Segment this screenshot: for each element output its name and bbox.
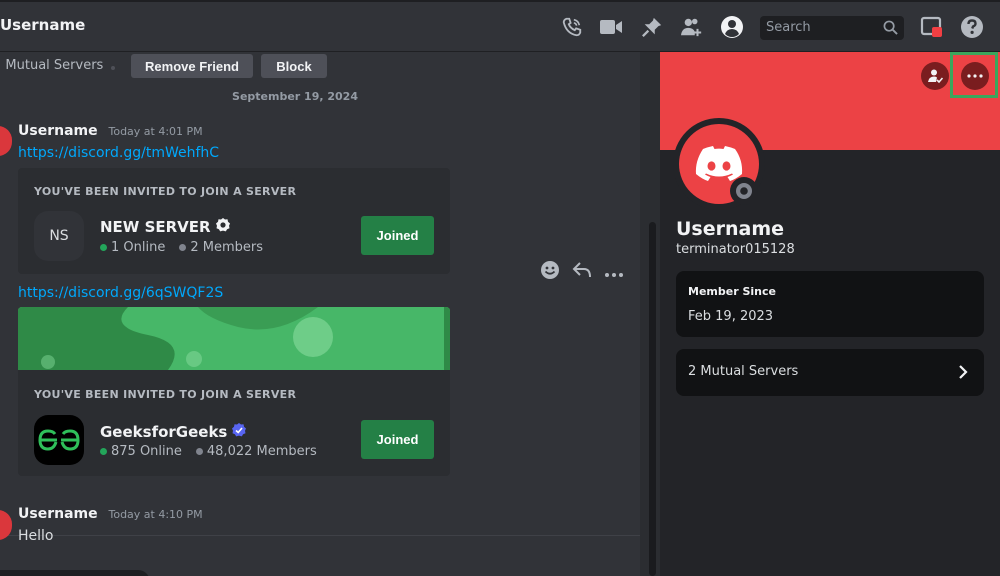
user-settings-icon (928, 69, 943, 84)
start-voice-call-icon[interactable] (559, 14, 585, 40)
date-divider: September 19, 2024 (232, 90, 358, 103)
message-username[interactable]: Username (18, 506, 98, 522)
members-dot (179, 244, 187, 251)
add-note-button[interactable] (921, 62, 949, 90)
member-since-card: Member Since Feb 19, 2023 (676, 271, 984, 337)
server-initials: NS (49, 228, 69, 244)
community-badge-icon (215, 217, 231, 237)
message-input-edge[interactable] (0, 570, 150, 576)
server-stats: 1 Online 2 Members (100, 240, 263, 255)
message-header: Username Today at 4:01 PM (18, 123, 203, 139)
invite-link[interactable]: https://discord.gg/6qSWQF2S (18, 285, 223, 301)
mutual-servers-link[interactable]: 2 Mutual Servers (0, 58, 103, 73)
invite-link[interactable]: https://discord.gg/tmWehfhC (18, 145, 219, 161)
search-input[interactable]: Search (760, 16, 904, 40)
chat-scrollbar[interactable] (649, 222, 656, 576)
inbox-icon[interactable] (919, 14, 945, 40)
dm-header: Username Search (0, 0, 1000, 52)
user-profile-icon[interactable] (719, 14, 745, 40)
mutual-servers-card[interactable]: 2 Mutual Servers (676, 349, 984, 396)
invite-header: YOU'VE BEEN INVITED TO JOIN A SERVER (34, 388, 297, 401)
online-count: 1 Online (111, 240, 166, 255)
server-invite-card: YOU'VE BEEN INVITED TO JOIN A SERVER NS … (18, 168, 450, 274)
message-separator (0, 535, 640, 536)
member-count: 48,022 Members (206, 444, 317, 459)
server-stats: 875 Online 48,022 Members (100, 444, 317, 459)
search-icon (883, 20, 898, 39)
status-indicator (730, 177, 758, 205)
discord-logo-icon (695, 146, 743, 181)
chat-pane: 2 Mutual Servers Remove Friend Block Sep… (0, 52, 640, 576)
search-placeholder: Search (766, 20, 811, 35)
add-reaction-icon[interactable] (540, 260, 560, 284)
server-banner-image (18, 307, 450, 370)
chevron-right-icon (958, 364, 968, 384)
verified-badge-icon (231, 422, 247, 442)
message-username[interactable]: Username (18, 123, 98, 139)
server-name: NEW SERVER (100, 218, 211, 236)
message-header: Username Today at 4:10 PM (18, 506, 203, 522)
separator-dot (111, 66, 115, 70)
invite-header: YOU'VE BEEN INVITED TO JOIN A SERVER (34, 185, 297, 198)
profile-username[interactable]: terminator015128 (676, 242, 795, 257)
server-name-row: NEW SERVER (100, 217, 231, 237)
reply-icon[interactable] (572, 261, 592, 283)
message-text: Hello (18, 528, 54, 544)
online-count: 875 Online (111, 444, 182, 459)
server-icon (34, 415, 84, 465)
more-options-icon[interactable] (604, 263, 624, 282)
member-since-value: Feb 19, 2023 (688, 309, 774, 324)
members-dot (195, 448, 203, 455)
online-dot (100, 448, 107, 455)
member-count: 2 Members (190, 240, 263, 255)
message-actions-toolbar (534, 256, 630, 288)
online-dot (100, 244, 107, 251)
profile-actions-bar: 2 Mutual Servers Remove Friend Block (0, 52, 640, 80)
help-icon[interactable] (959, 14, 985, 40)
mutual-servers-label: 2 Mutual Servers (688, 364, 799, 379)
offline-status-icon (736, 183, 752, 199)
server-name-row: GeeksforGeeks (100, 422, 247, 442)
block-button[interactable]: Block (261, 54, 327, 78)
start-video-call-icon[interactable] (598, 14, 624, 40)
add-friends-to-dm-icon[interactable] (679, 14, 705, 40)
geeksforgeeks-logo-icon (38, 429, 80, 451)
highlight-box (950, 52, 998, 98)
profile-display-name: Username (676, 218, 785, 240)
pinned-messages-icon[interactable] (639, 14, 665, 40)
server-name: GeeksforGeeks (100, 423, 228, 441)
message-timestamp: Today at 4:10 PM (108, 508, 203, 521)
joined-button[interactable]: Joined (361, 216, 434, 255)
avatar[interactable] (0, 126, 12, 156)
server-icon: NS (34, 211, 84, 261)
user-profile-panel: Username terminator015128 Member Since F… (660, 52, 1000, 576)
remove-friend-button[interactable]: Remove Friend (131, 54, 253, 78)
dm-title: Username (0, 16, 86, 34)
message-timestamp: Today at 4:01 PM (108, 125, 203, 138)
member-since-label: Member Since (688, 285, 776, 298)
joined-button[interactable]: Joined (361, 420, 434, 459)
